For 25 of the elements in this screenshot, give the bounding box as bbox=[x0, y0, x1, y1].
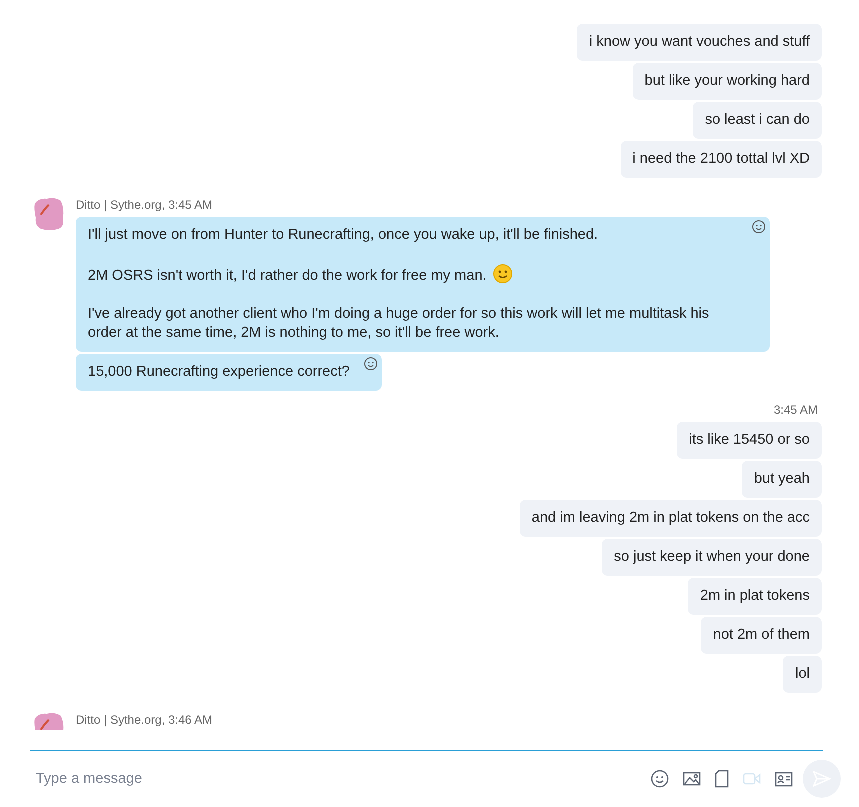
image-icon[interactable] bbox=[683, 771, 701, 787]
message-text: lol bbox=[795, 665, 810, 684]
reaction-icon[interactable] bbox=[364, 357, 378, 371]
message-text: but yeah bbox=[754, 470, 810, 489]
message-text: not 2m of them bbox=[713, 626, 810, 645]
message-text: so just keep it when your done bbox=[614, 548, 810, 567]
sender-name: Ditto | Sythe.org, 3:46 AM bbox=[76, 713, 213, 727]
message-text: 2M OSRS isn't worth it, I'd rather do the work for free my man. bbox=[88, 264, 738, 286]
message-text: and im leaving 2m in plat tokens on the acc bbox=[532, 509, 810, 528]
message-text: I've already got another client who I'm doing a huge order for so this work will let me multitask his order at the same time, 2M is nothing to me, so it'll be free work. bbox=[88, 305, 710, 343]
contact-card-icon[interactable] bbox=[775, 772, 793, 786]
message-text: 2m in plat tokens bbox=[700, 587, 810, 606]
sender-name: Ditto | Sythe.org, 3:45 AM bbox=[76, 198, 213, 212]
message-text: 15,000 Runecrafting experience correct? bbox=[88, 363, 350, 382]
message-field[interactable]: Type a message bbox=[30, 771, 651, 787]
message-text: i need the 2100 tottal lvl XD bbox=[632, 150, 810, 169]
message-time: 3:45 AM bbox=[774, 403, 818, 417]
reaction-icon[interactable] bbox=[752, 220, 766, 234]
message-text: but like your working hard bbox=[644, 72, 810, 91]
emoji-icon[interactable] bbox=[651, 770, 669, 788]
message-text: i know you want vouches and stuff bbox=[589, 33, 810, 52]
message-text: its like 15450 or so bbox=[689, 431, 810, 450]
message-text: so least i can do bbox=[705, 111, 810, 130]
file-icon[interactable] bbox=[715, 770, 729, 788]
message-text: I'll just move on from Hunter to Runecrafting, once you wake up, it'll be finished. bbox=[88, 226, 600, 245]
